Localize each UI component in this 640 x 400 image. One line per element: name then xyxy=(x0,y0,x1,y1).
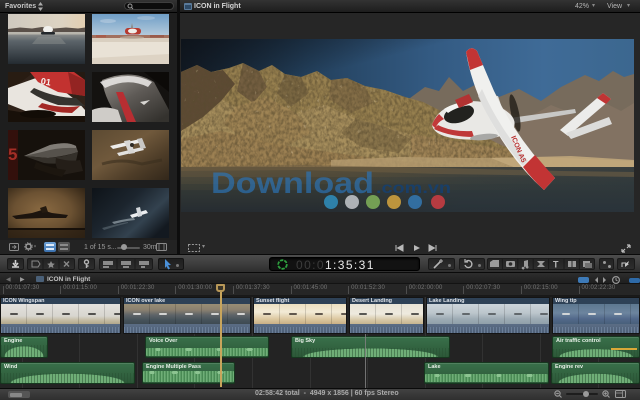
svg-text:01: 01 xyxy=(40,76,52,88)
svg-text:5: 5 xyxy=(8,145,17,164)
svg-text:.com.vn: .com.vn xyxy=(376,180,451,197)
svg-text:Download: Download xyxy=(211,167,374,200)
svg-text:T: T xyxy=(553,260,559,270)
